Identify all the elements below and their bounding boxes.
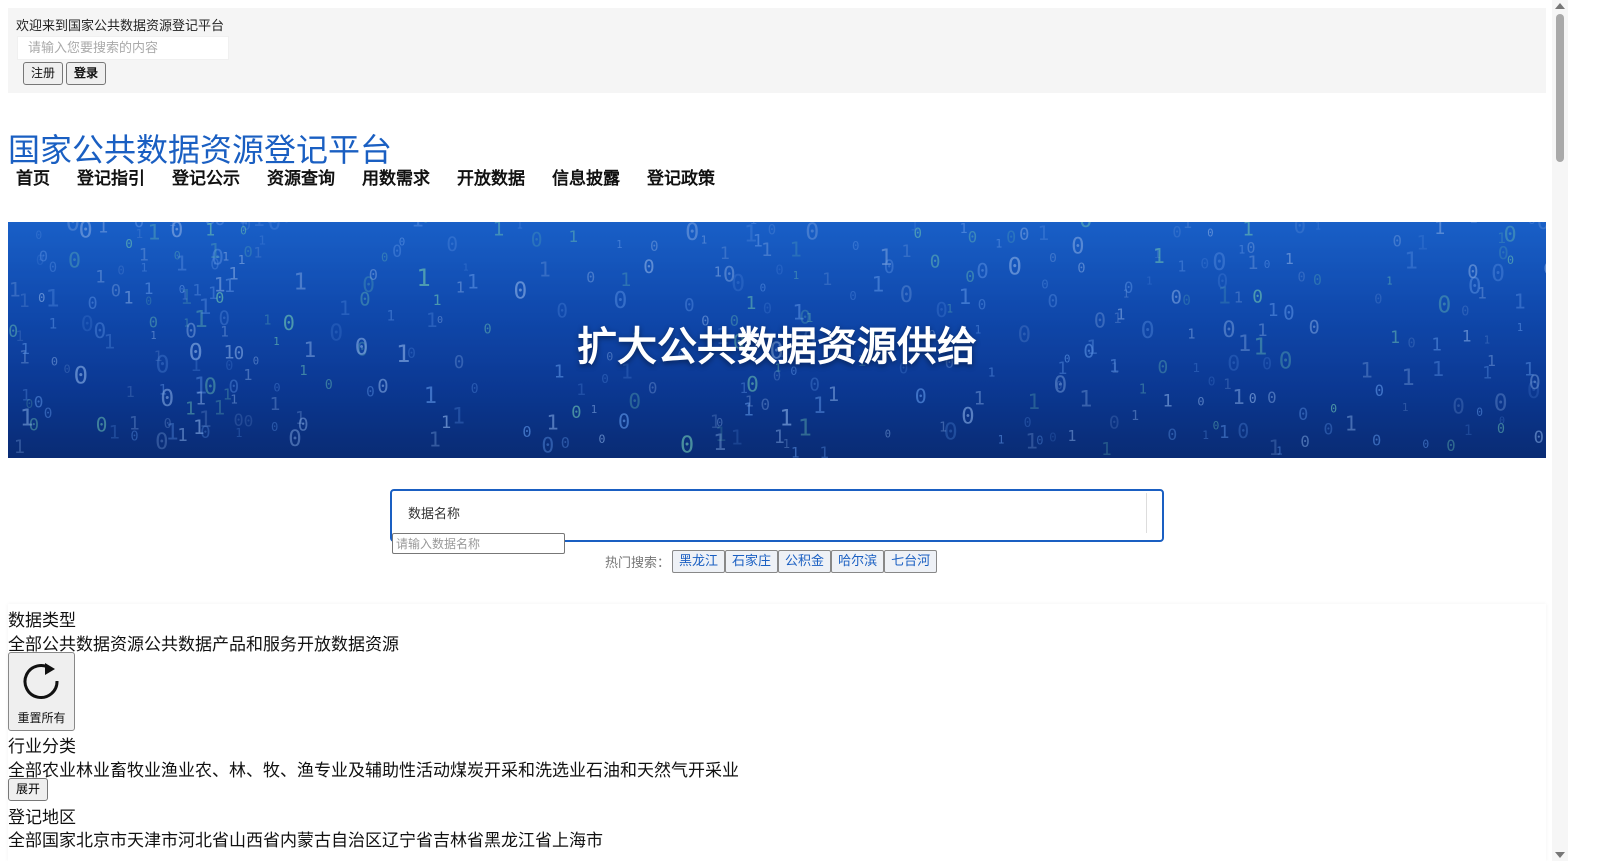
scroll-thumb[interactable]	[1556, 14, 1564, 162]
hot-tag[interactable]: 七台河	[884, 550, 938, 573]
nav-item-policy[interactable]: 登记政策	[639, 167, 723, 191]
nav-item-open-data[interactable]: 开放数据	[449, 167, 533, 191]
industry-options[interactable]: 全部农业林业畜牧业渔业农、林、牧、渔专业及辅助性活动煤炭开采和洗选业石油和天然气…	[8, 756, 739, 781]
filter-panel: 数据类型 全部公共数据资源公共数据产品和服务开放数据资源 重置所有 行业分类 全…	[8, 604, 1546, 861]
main-nav: 首页 登记指引 登记公示 资源查询 用数需求 开放数据 信息披露 登记政策	[8, 167, 734, 191]
site-search-input[interactable]	[17, 36, 229, 60]
nav-item-home[interactable]: 首页	[8, 167, 58, 191]
hot-tag[interactable]: 哈尔滨	[831, 550, 885, 573]
hot-search-label: 热门搜索：	[605, 556, 671, 571]
refresh-icon	[23, 663, 59, 699]
reset-all-label: 重置所有	[17, 711, 66, 725]
top-bar: 欢迎来到国家公共数据资源登记平台 注册 登录	[8, 8, 1546, 93]
nav-item-disclosure[interactable]: 信息披露	[544, 167, 628, 191]
welcome-text: 欢迎来到国家公共数据资源登记平台	[16, 19, 225, 34]
data-name-input[interactable]	[392, 533, 565, 554]
banner-title: 扩大公共数据资源供给	[577, 324, 977, 370]
nav-item-resource-query[interactable]: 资源查询	[259, 167, 343, 191]
register-button[interactable]: 注册	[23, 62, 64, 85]
nav-item-publicity[interactable]: 登记公示	[164, 167, 248, 191]
nav-item-guide[interactable]: 登记指引	[69, 167, 153, 191]
region-options[interactable]: 全部国家北京市天津市河北省山西省内蒙古自治区辽宁省吉林省黑龙江省上海市	[8, 826, 603, 851]
nav-item-data-demand[interactable]: 用数需求	[354, 167, 438, 191]
site-logo-title[interactable]: 国家公共数据资源登记平台	[8, 125, 392, 171]
scroll-up-arrow-icon[interactable]	[1555, 3, 1565, 9]
data-type-label: 数据类型	[8, 611, 76, 631]
hot-search: 热门搜索： 黑龙江 石家庄 公积金 哈尔滨 七台河	[605, 550, 938, 573]
hero-banner: 1101100001101011110000011101110100101110…	[8, 222, 1546, 458]
page-scrollbar[interactable]	[1552, 0, 1568, 861]
hot-tag[interactable]: 石家庄	[725, 550, 779, 573]
reset-all-button[interactable]: 重置所有	[8, 652, 75, 731]
login-button[interactable]: 登录	[66, 62, 107, 85]
hot-tag[interactable]: 公积金	[778, 550, 832, 573]
region-label: 登记地区	[8, 808, 76, 828]
industry-label: 行业分类	[8, 737, 76, 757]
hot-tag[interactable]: 黑龙江	[672, 550, 726, 573]
search-category-label[interactable]: 数据名称	[408, 503, 460, 522]
expand-button[interactable]: 展开	[8, 778, 49, 801]
scroll-down-arrow-icon[interactable]	[1555, 852, 1565, 858]
search-divider	[1146, 493, 1147, 533]
